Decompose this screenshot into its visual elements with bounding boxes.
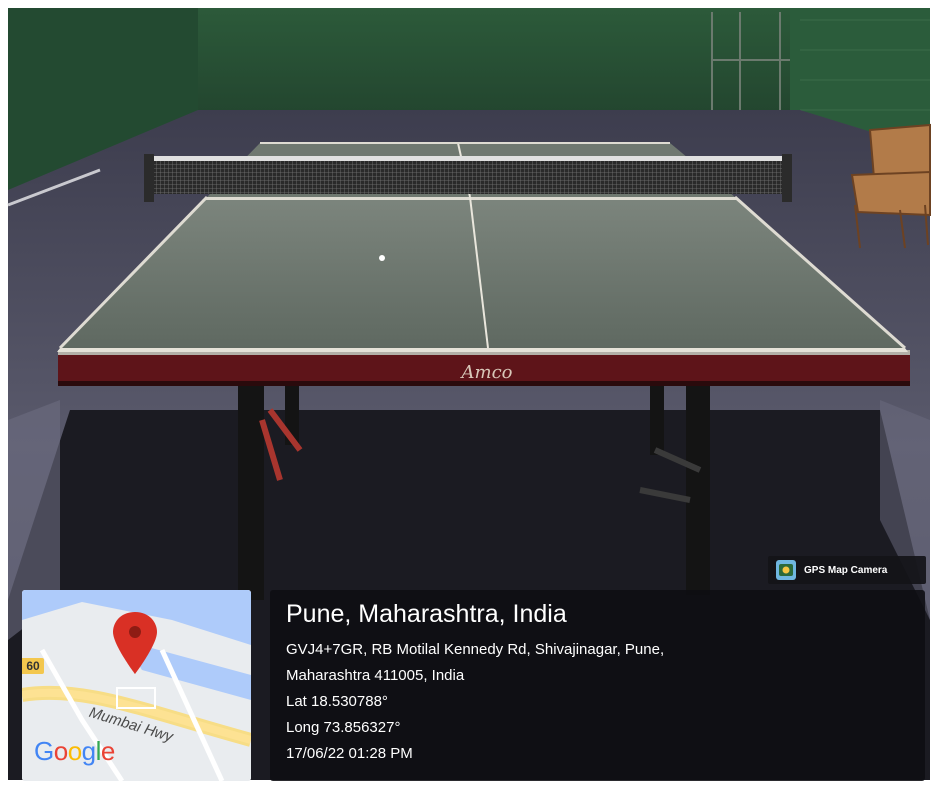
gps-map-camera-icon (776, 560, 796, 580)
net (150, 158, 790, 194)
gps-map-camera-label: GPS Map Camera (804, 564, 888, 576)
timestamp: 17/06/22 01:28 PM (286, 745, 413, 762)
google-logo: Google (34, 736, 115, 767)
latitude: Lat 18.530788° (286, 693, 388, 710)
google-logo-letter: o (53, 736, 68, 766)
google-logo-letter: G (34, 736, 54, 766)
address-line-1: GVJ4+7GR, RB Motilal Kennedy Rd, Shivaji… (286, 641, 665, 658)
address-line-2: Maharashtra 411005, India (286, 667, 465, 684)
road-number-shield: 60 (22, 658, 44, 674)
map-thumbnail: 60 Mumbai Hwy Google (22, 590, 251, 781)
location-info-panel: Pune, Maharashtra, India GVJ4+7GR, RB Mo… (270, 590, 925, 781)
google-logo-letter: g (81, 736, 96, 766)
photo-frame: Amco GPS Map Camera 60 Mumbai Hwy Google… (0, 0, 938, 787)
longitude: Long 73.856327° (286, 719, 401, 736)
google-logo-letter: o (67, 736, 82, 766)
location-title: Pune, Maharashtra, India (286, 600, 567, 628)
table-brand-label: Amco (460, 362, 513, 383)
gps-map-camera-badge: GPS Map Camera (768, 556, 926, 584)
google-logo-letter: e (100, 736, 115, 766)
